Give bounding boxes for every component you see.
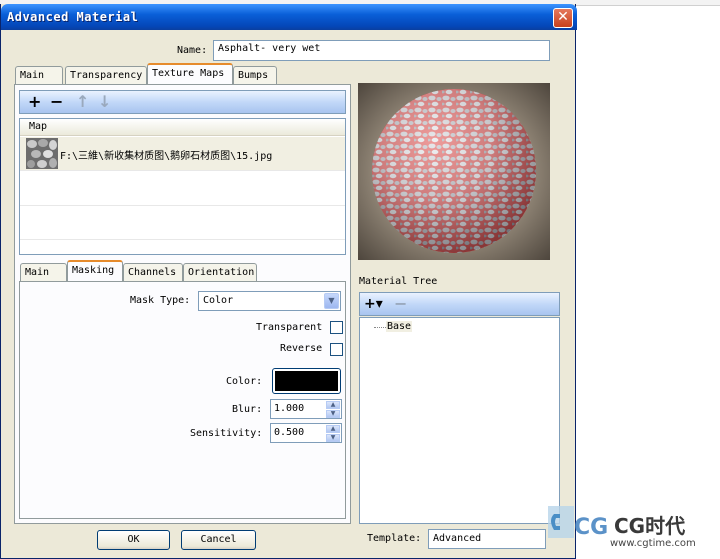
tab-main[interactable]: Main xyxy=(15,66,63,84)
spin-down-icon[interactable]: ▼ xyxy=(326,410,340,418)
blur-spin-buttons: ▲ ▼ xyxy=(326,401,340,418)
add-layer-button[interactable]: +▾ xyxy=(364,296,383,312)
transparent-label: Transparent xyxy=(256,322,323,333)
map-column-header[interactable]: Map xyxy=(20,119,345,136)
transparent-checkbox[interactable] xyxy=(330,321,343,334)
mask-type-select[interactable]: Color ▼ xyxy=(198,291,341,311)
tree-connector xyxy=(374,327,386,328)
spin-up-icon[interactable]: ▲ xyxy=(326,401,340,409)
sensitivity-spinner[interactable]: 0.500 ▲ ▼ xyxy=(270,423,342,443)
close-button[interactable]: ✕ xyxy=(553,8,573,28)
map-list-row[interactable]: F:\三維\新收集材质图\鹅卵石材质图\15.jpg xyxy=(20,137,345,171)
cancel-button[interactable]: Cancel xyxy=(181,530,256,550)
tab-transparency[interactable]: Transparency xyxy=(65,66,147,84)
reverse-checkbox[interactable] xyxy=(330,343,343,356)
subtab-masking[interactable]: Masking xyxy=(67,260,123,281)
sensitivity-value: 0.500 xyxy=(274,427,305,438)
color-swatch-button[interactable] xyxy=(272,368,341,394)
material-tree: Base xyxy=(359,317,560,524)
blur-label: Blur: xyxy=(232,404,263,415)
blur-spinner[interactable]: 1.000 ▲ ▼ xyxy=(270,399,342,419)
texture-maps-panel: + − ↑ ↓ Map F:\三維\新收集材质图\鹅卵石材质图\15.jpg M… xyxy=(14,84,351,524)
remove-layer-button[interactable]: − xyxy=(394,296,407,312)
advanced-material-dialog: Advanced Material ✕ Name: Asphalt- very … xyxy=(0,4,577,559)
remove-map-button[interactable]: − xyxy=(50,94,63,110)
chevron-down-icon[interactable]: ▼ xyxy=(324,293,339,309)
svg-text:CG: CG xyxy=(574,515,608,540)
material-tree-toolbar: +▾ − xyxy=(359,292,560,316)
title-bar[interactable]: Advanced Material ✕ xyxy=(1,4,577,30)
mask-type-value: Color xyxy=(203,295,234,306)
watermark: CG CG时代 www.cgtime.com xyxy=(544,504,720,559)
blur-value: 1.000 xyxy=(274,403,305,414)
subtab-channels[interactable]: Channels xyxy=(123,263,183,281)
mask-type-label: Mask Type: xyxy=(130,295,191,306)
map-list: Map F:\三維\新收集材质图\鹅卵石材质图\15.jpg xyxy=(19,118,346,255)
move-down-button[interactable]: ↓ xyxy=(98,94,111,110)
add-map-button[interactable]: + xyxy=(28,94,41,110)
sensitivity-label: Sensitivity: xyxy=(190,428,263,439)
map-path: F:\三維\新收集材质图\鹅卵石材质图\15.jpg xyxy=(60,151,273,162)
watermark-url: www.cgtime.com xyxy=(610,538,696,549)
reverse-label: Reverse xyxy=(280,343,323,354)
name-input[interactable]: Asphalt- very wet xyxy=(213,40,550,61)
spin-down-icon[interactable]: ▼ xyxy=(326,434,340,442)
tab-texture-maps[interactable]: Texture Maps xyxy=(147,63,233,84)
map-toolbar: + − ↑ ↓ xyxy=(19,90,346,114)
empty-row xyxy=(20,207,345,240)
masking-panel: Mask Type: Color ▼ Transparent Reverse C… xyxy=(19,281,346,519)
sensitivity-spin-buttons: ▲ ▼ xyxy=(326,425,340,442)
watermark-brand: CG时代 xyxy=(614,514,686,538)
template-value: Advanced xyxy=(433,533,482,544)
empty-row xyxy=(20,172,345,206)
ok-button[interactable]: OK xyxy=(97,530,170,550)
name-label: Name: xyxy=(177,45,208,56)
tab-bumps[interactable]: Bumps xyxy=(233,66,277,84)
material-tree-label: Material Tree xyxy=(359,276,438,287)
spin-up-icon[interactable]: ▲ xyxy=(326,425,340,433)
template-select[interactable]: Advanced xyxy=(428,529,546,549)
material-preview-sphere xyxy=(358,83,550,260)
window-title: Advanced Material xyxy=(7,10,139,24)
color-label: Color: xyxy=(226,376,263,387)
pebble-texture-thumbnail-icon xyxy=(26,138,58,169)
tree-item-base[interactable]: Base xyxy=(386,321,413,332)
color-swatch xyxy=(275,371,338,391)
move-up-button[interactable]: ↑ xyxy=(76,94,89,110)
subtab-main[interactable]: Main xyxy=(20,263,67,281)
subtab-orientation[interactable]: Orientation xyxy=(183,263,257,281)
template-label: Template: xyxy=(367,533,422,544)
